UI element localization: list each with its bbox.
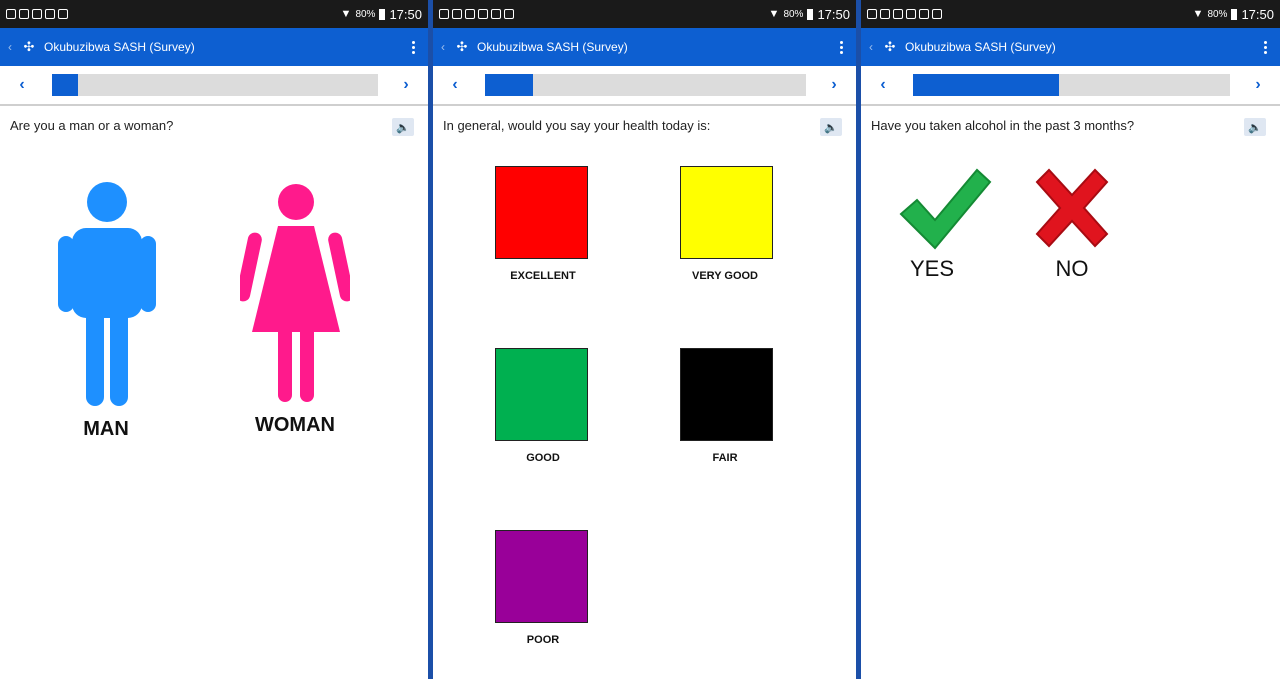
app-bar: ‹ ✣ Okubuzibwa SASH (Survey) xyxy=(433,28,856,66)
color-swatch xyxy=(680,166,773,259)
option-label: VERY GOOD xyxy=(691,270,759,282)
overflow-menu-icon[interactable] xyxy=(408,40,418,54)
progress-fill xyxy=(485,74,534,96)
survey-screen-alcohol: ▼ 80% 17:50 ‹ ✣ Okubuzibwa SASH (Survey)… xyxy=(861,0,1280,679)
status-bar: ▼ 80% 17:50 xyxy=(433,0,856,28)
clock: 17:50 xyxy=(1241,6,1274,22)
option-good[interactable]: GOOD xyxy=(473,348,613,470)
audio-play-button[interactable]: 🔈 xyxy=(820,118,842,136)
next-question-button[interactable]: › xyxy=(396,76,416,94)
signal-icon: ▼ xyxy=(768,8,780,20)
signal-icon: ▼ xyxy=(1192,8,1204,20)
battery-icon xyxy=(807,8,814,20)
progress-fill xyxy=(913,74,1059,96)
status-bar: ▼ 80% 17:50 xyxy=(0,0,428,28)
previous-question-button[interactable]: ‹ xyxy=(445,76,465,94)
question-navigation: ‹ › xyxy=(861,66,1280,106)
checkmark-icon xyxy=(899,168,992,250)
app-title: Okubuzibwa SASH (Survey) xyxy=(477,40,628,54)
color-swatch xyxy=(495,166,588,259)
overflow-menu-icon[interactable] xyxy=(1260,40,1270,54)
progress-fill xyxy=(52,74,79,96)
option-fair[interactable]: FAIR xyxy=(655,348,795,470)
option-label: EXCELLENT xyxy=(510,270,576,282)
woman-icon xyxy=(240,184,350,402)
back-icon[interactable]: ‹ xyxy=(869,40,881,54)
status-bar: ▼ 80% 17:50 xyxy=(861,0,1280,28)
signal-icon: ▼ xyxy=(340,8,352,20)
next-question-button[interactable]: › xyxy=(824,76,844,94)
progress-bar xyxy=(485,74,806,96)
audio-play-button[interactable]: 🔈 xyxy=(392,118,414,136)
app-bar: ‹ ✣ Okubuzibwa SASH (Survey) xyxy=(0,28,428,66)
color-swatch xyxy=(495,348,588,441)
app-title: Okubuzibwa SASH (Survey) xyxy=(44,40,195,54)
battery-percent: 80% xyxy=(355,8,376,20)
back-icon[interactable]: ‹ xyxy=(8,40,20,54)
option-very-good[interactable]: VERY GOOD xyxy=(655,166,795,288)
battery-icon xyxy=(1231,8,1238,20)
option-label: WOMAN xyxy=(255,414,335,436)
app-bar: ‹ ✣ Okubuzibwa SASH (Survey) xyxy=(861,28,1280,66)
battery-icon xyxy=(379,8,386,20)
survey-screen-gender: ▼ 80% 17:50 ‹ ✣ Okubuzibwa SASH (Survey)… xyxy=(0,0,428,679)
back-icon[interactable]: ‹ xyxy=(441,40,453,54)
survey-logo-icon: ✣ xyxy=(456,39,468,54)
survey-logo-icon: ✣ xyxy=(884,39,896,54)
overflow-menu-icon[interactable] xyxy=(836,40,846,54)
option-label: MAN xyxy=(83,418,129,440)
option-label: NO xyxy=(1055,256,1089,281)
option-poor[interactable]: POOR xyxy=(473,530,613,652)
notification-icons xyxy=(439,9,514,19)
question-text: Have you taken alcohol in the past 3 mon… xyxy=(871,118,1135,133)
survey-screen-health: ▼ 80% 17:50 ‹ ✣ Okubuzibwa SASH (Survey)… xyxy=(433,0,856,679)
option-excellent[interactable]: EXCELLENT xyxy=(473,166,613,288)
battery-percent: 80% xyxy=(1207,8,1228,20)
notification-icons xyxy=(6,9,68,19)
survey-logo-icon: ✣ xyxy=(23,39,35,54)
option-label: GOOD xyxy=(526,452,560,464)
clock: 17:50 xyxy=(389,6,422,22)
color-swatch xyxy=(495,530,588,623)
cross-icon xyxy=(1035,168,1109,248)
question-text: In general, would you say your health to… xyxy=(443,118,711,133)
question-text: Are you a man or a woman? xyxy=(10,118,174,133)
next-question-button[interactable]: › xyxy=(1248,76,1268,94)
battery-percent: 80% xyxy=(783,8,804,20)
progress-bar xyxy=(52,74,378,96)
question-navigation: ‹ › xyxy=(433,66,856,106)
previous-question-button[interactable]: ‹ xyxy=(12,76,32,94)
clock: 17:50 xyxy=(817,6,850,22)
previous-question-button[interactable]: ‹ xyxy=(873,76,893,94)
option-label: YES xyxy=(909,256,955,281)
notification-icons xyxy=(867,9,942,19)
audio-play-button[interactable]: 🔈 xyxy=(1244,118,1266,136)
option-man[interactable]: MAN xyxy=(50,180,162,450)
man-icon xyxy=(58,182,156,406)
app-title: Okubuzibwa SASH (Survey) xyxy=(905,40,1056,54)
question-navigation: ‹ › xyxy=(0,66,428,106)
option-label: POOR xyxy=(526,634,560,646)
option-label: FAIR xyxy=(712,452,738,464)
option-woman[interactable]: WOMAN xyxy=(240,182,350,444)
option-yes[interactable]: YES xyxy=(897,166,993,286)
option-no[interactable]: NO xyxy=(1033,168,1113,286)
progress-bar xyxy=(913,74,1230,96)
color-swatch xyxy=(680,348,773,441)
